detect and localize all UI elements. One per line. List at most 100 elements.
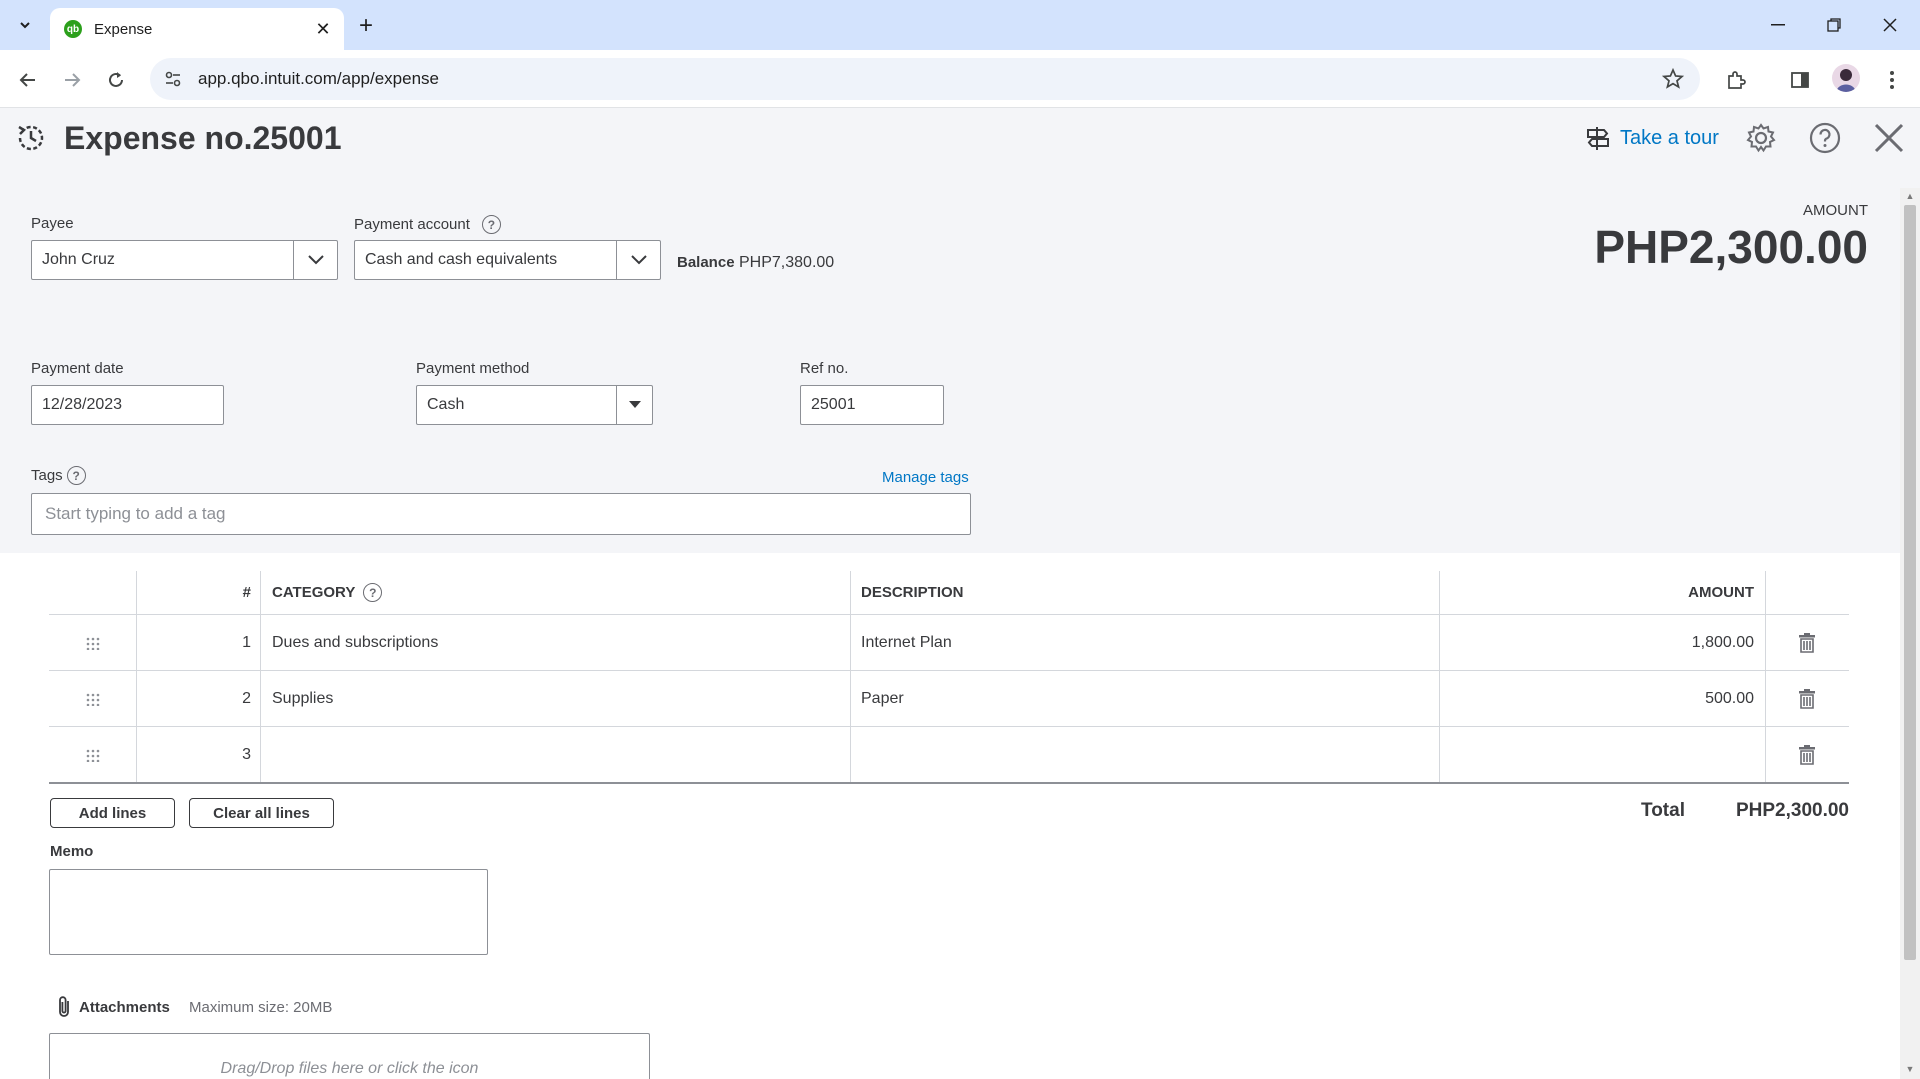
tab-title: Expense: [94, 20, 153, 38]
reload-icon[interactable]: [100, 64, 132, 96]
balance-label: Balance: [677, 254, 735, 271]
row-description[interactable]: [861, 727, 1421, 782]
scroll-thumb[interactable]: [1904, 205, 1916, 960]
row-category[interactable]: Dues and subscriptions: [272, 615, 832, 670]
row-amount[interactable]: 500.00: [1439, 671, 1754, 726]
paperclip-icon: [59, 996, 69, 1017]
trash-icon[interactable]: [1765, 727, 1849, 782]
trash-icon[interactable]: [1765, 615, 1849, 670]
close-expense-icon[interactable]: [1871, 120, 1907, 156]
row-number: 2: [242, 689, 251, 707]
add-lines-button[interactable]: Add lines: [50, 798, 175, 828]
back-arrow-icon[interactable]: [12, 64, 44, 96]
payee-label: Payee: [31, 215, 74, 232]
attachments-button[interactable]: Attachments: [55, 995, 170, 1019]
settings-gear-icon[interactable]: [1743, 120, 1779, 156]
page-scrollbar[interactable]: ▲ ▼: [1900, 188, 1920, 1079]
drag-handle-icon[interactable]: [49, 615, 136, 670]
row-category[interactable]: [272, 727, 832, 782]
browser-tab-bar: qb Expense ✕ +: [0, 0, 1920, 50]
chevron-down-icon[interactable]: [616, 241, 660, 279]
forward-arrow-icon[interactable]: [56, 64, 88, 96]
memo-textarea[interactable]: [49, 869, 488, 955]
payment-date-label: Payment date: [31, 360, 124, 377]
table-row[interactable]: 2 Supplies Paper 500.00: [49, 671, 1849, 727]
extensions-puzzle-icon[interactable]: [1720, 64, 1752, 96]
attachment-dropzone[interactable]: Drag/Drop files here or click the icon: [49, 1033, 650, 1079]
recent-transactions-icon[interactable]: [14, 121, 48, 155]
total-value: PHP2,300.00: [1735, 800, 1849, 821]
url-text: app.qbo.intuit.com/app/expense: [198, 69, 440, 88]
tags-input[interactable]: Start typing to add a tag: [31, 493, 971, 535]
balance-readout: Balance PHP7,380.00: [677, 254, 834, 272]
row-category[interactable]: Supplies: [272, 671, 832, 726]
quickbooks-favicon-icon: qb: [64, 20, 82, 38]
take-a-tour-link[interactable]: Take a tour: [1584, 124, 1719, 152]
amount-label: AMOUNT: [1803, 202, 1868, 219]
col-header-amount: AMOUNT: [1688, 584, 1754, 601]
site-settings-icon[interactable]: [164, 69, 184, 89]
col-header-description: DESCRIPTION: [861, 584, 964, 601]
help-circle-icon[interactable]: ?: [66, 466, 86, 485]
clear-all-lines-button[interactable]: Clear all lines: [189, 798, 334, 828]
scroll-down-arrow-icon[interactable]: ▼: [1905, 1064, 1915, 1074]
row-description[interactable]: Internet Plan: [861, 615, 1421, 670]
payee-combobox[interactable]: John Cruz: [31, 240, 338, 280]
chevron-down-icon[interactable]: [293, 241, 337, 279]
payment-account-combobox[interactable]: Cash and cash equivalents: [354, 240, 661, 280]
tags-label: Tags: [31, 467, 63, 484]
signpost-icon: [1587, 127, 1609, 150]
payment-account-label: Payment account: [354, 216, 470, 233]
tags-label-row: Tags ?: [31, 466, 86, 485]
tab-close-icon[interactable]: ✕: [312, 19, 334, 40]
col-header-num: #: [242, 584, 251, 601]
browser-toolbar: app.qbo.intuit.com/app/expense: [0, 50, 1920, 108]
help-circle-icon[interactable]: ?: [481, 215, 501, 234]
minimize-icon[interactable]: [1758, 10, 1798, 40]
col-header-category-label: CATEGORY: [272, 584, 356, 601]
balance-value: PHP7,380.00: [739, 254, 835, 271]
max-size-note: Maximum size: 20MB: [189, 999, 333, 1016]
profile-avatar[interactable]: [1832, 64, 1860, 92]
restore-icon[interactable]: [1814, 10, 1854, 40]
memo-label: Memo: [50, 843, 94, 860]
payment-account-label-row: Payment account ?: [354, 215, 501, 234]
row-amount[interactable]: [1439, 727, 1754, 782]
table-header-row: # CATEGORY ? DESCRIPTION AMOUNT: [49, 571, 1849, 615]
ref-no-input[interactable]: 25001: [800, 385, 944, 425]
payment-date-input[interactable]: 12/28/2023: [31, 385, 224, 425]
browser-tab[interactable]: qb Expense ✕: [50, 8, 344, 50]
total-label: Total: [1641, 800, 1685, 821]
new-tab-plus-icon[interactable]: +: [352, 12, 380, 40]
payment-account-value[interactable]: Cash and cash equivalents: [355, 241, 616, 279]
payee-value[interactable]: John Cruz: [32, 241, 293, 279]
address-bar[interactable]: app.qbo.intuit.com/app/expense: [150, 58, 1700, 100]
tab-search-chevron-icon[interactable]: [10, 12, 40, 38]
row-amount[interactable]: 1,800.00: [1439, 615, 1754, 670]
page-title: Expense no.25001: [64, 120, 342, 156]
payment-method-select[interactable]: Cash: [416, 385, 653, 425]
browser-menu-dots-icon[interactable]: [1876, 64, 1908, 96]
manage-tags-link[interactable]: Manage tags: [882, 469, 969, 486]
table-row[interactable]: 3: [49, 727, 1849, 784]
trash-icon[interactable]: [1765, 671, 1849, 726]
take-a-tour-label: Take a tour: [1620, 126, 1719, 149]
attachments-label: Attachments: [79, 998, 170, 1016]
drag-handle-icon[interactable]: [49, 727, 136, 782]
col-header-category: CATEGORY ?: [272, 571, 832, 614]
window-close-icon[interactable]: [1870, 10, 1910, 40]
drag-handle-icon[interactable]: [49, 671, 136, 726]
help-circle-icon[interactable]: ?: [363, 583, 383, 602]
help-question-icon[interactable]: [1807, 120, 1843, 156]
expense-header-panel: [0, 108, 1920, 553]
side-panel-icon[interactable]: [1784, 64, 1816, 96]
scroll-up-arrow-icon[interactable]: ▲: [1905, 191, 1915, 201]
row-number: 1: [242, 633, 251, 651]
payment-method-label: Payment method: [416, 360, 530, 377]
caret-down-icon[interactable]: [616, 386, 652, 424]
dropzone-text: Drag/Drop files here or click the icon: [220, 1060, 479, 1077]
payment-method-value[interactable]: Cash: [417, 386, 616, 424]
table-row[interactable]: 1 Dues and subscriptions Internet Plan 1…: [49, 615, 1849, 671]
bookmark-star-icon[interactable]: [1661, 67, 1685, 95]
row-description[interactable]: Paper: [861, 671, 1421, 726]
